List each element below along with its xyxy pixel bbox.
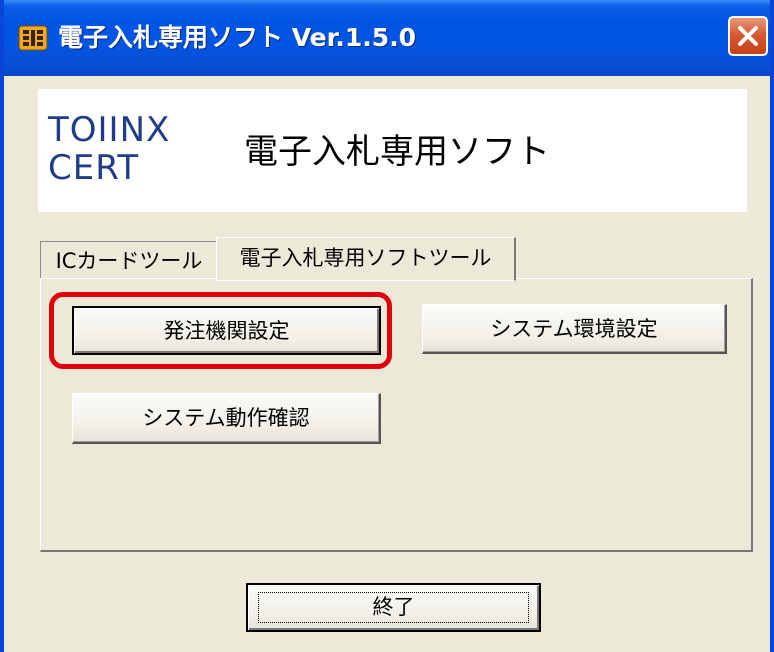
- logo-line-1: TOIINX: [48, 110, 171, 150]
- system-operation-check-button[interactable]: システム動作確認: [72, 393, 381, 444]
- tab-bidding-soft-tool[interactable]: 電子入札専用ソフトツール: [216, 237, 516, 281]
- tab-ic-card-tool[interactable]: ICカードツール: [40, 241, 218, 279]
- banner-title: 電子入札専用ソフト: [244, 132, 550, 172]
- exit-button[interactable]: 終了: [246, 583, 541, 632]
- highlight-annotation: [49, 292, 392, 369]
- logo-line-2: CERT: [48, 148, 140, 188]
- close-button[interactable]: [728, 16, 768, 56]
- ic-card-app-icon: [18, 25, 48, 51]
- toiinx-cert-logo: TOIINX CERT: [48, 109, 171, 191]
- close-x-icon: [738, 26, 758, 46]
- title-bar[interactable]: 電子入札専用ソフト Ver.1.5.0: [4, 0, 770, 76]
- app-window: 電子入札専用ソフト Ver.1.5.0 TOIINX CERT 電子入札専用ソフ…: [0, 0, 774, 652]
- window-title: 電子入札専用ソフト Ver.1.5.0: [58, 23, 417, 52]
- system-env-settings-button[interactable]: システム環境設定: [422, 304, 727, 354]
- exit-button-label: 終了: [372, 595, 415, 619]
- banner: TOIINX CERT 電子入札専用ソフト: [38, 89, 747, 212]
